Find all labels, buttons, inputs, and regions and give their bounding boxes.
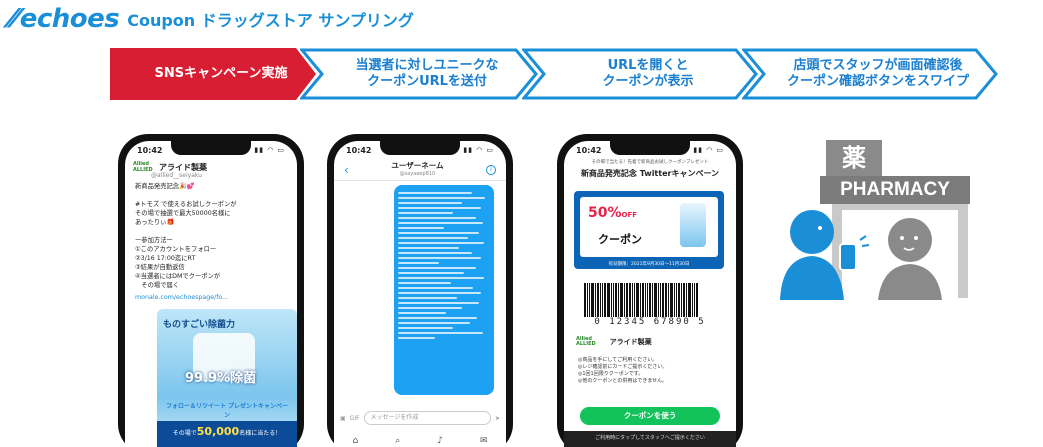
phone-screen: 10:42 ▮▮ ◠ ▭ Allied ALLIED アライド製薬 @allied… <box>125 141 297 447</box>
dm-title: ユーザーネーム @sayaeep810 <box>391 160 444 177</box>
home-icon[interactable]: ⌂ <box>352 436 358 446</box>
tweet-link[interactable]: monale.com/echoespage/fo... <box>125 293 297 305</box>
media-title: ものすごい除菌力 <box>163 320 236 330</box>
phone-screen: 10:42 ▮▮ ◠ ▭ その場で当たる！先着で新商品お試しクーポンプレゼント … <box>564 141 736 447</box>
staff-icon <box>878 218 942 300</box>
use-coupon-button[interactable]: クーポンを使う <box>580 407 720 425</box>
coupon-notes: ◎商品を手にしてご利用ください。 ◎レジ確認前にカードご提示ください。 ◎1回1… <box>578 357 668 384</box>
step-staff-swipe: 店頭でスタッフが画面確認後 クーポン確認ボタンをスワイプ <box>742 48 1000 100</box>
media-percent: 99.9%除菌 <box>185 371 257 386</box>
step-label: URLを開くと クーポンが表示 <box>602 58 694 89</box>
barcode-number: 0 12345 67890 5 <box>594 317 706 327</box>
campaign-subheader: その場で当たる！先着で新商品お試しクーポンプレゼント <box>591 160 709 165</box>
step-send-coupon-url: 当選者に対しユニークな クーポンURLを送付 <box>300 48 540 100</box>
step-label: 当選者に対しユニークな クーポンURLを送付 <box>355 58 499 89</box>
media-banner: その場で50,000名様に当たる！ <box>157 421 297 447</box>
pharmacy-illustration: 薬 PHARMACY <box>774 140 984 300</box>
coupon-card: 50%OFF クーポン 有効期限：2021年9月30日〜11月30日 <box>574 191 724 269</box>
info-icon[interactable]: i <box>486 164 496 175</box>
tab-bar: ⌂ ⌕ ♪ ✉ <box>334 436 506 446</box>
back-arrow-icon[interactable]: ‹ <box>344 163 349 177</box>
echoes-logo: ⁄⁄echoes <box>10 4 120 34</box>
signal-battery-icon: ▮▮ ◠ ▭ <box>254 146 285 154</box>
customer-icon <box>780 210 870 300</box>
tweet-image[interactable]: ものすごい除菌力 99.9%除菌 フォロー＆リツイート プレゼントキャンペーン … <box>157 309 297 447</box>
step-label: 店頭でスタッフが画面確認後 クーポン確認ボタンをスワイプ <box>786 58 969 89</box>
spray-bottle-image <box>680 203 706 247</box>
clock: 10:42 <box>576 145 602 155</box>
image-icon[interactable]: ▣ <box>340 415 346 422</box>
signal-battery-icon: ▮▮ ◠ ▭ <box>693 146 724 154</box>
phone-coupon: 10:42 ▮▮ ◠ ▭ その場で当たる！先着で新商品お試しクーポンプレゼント … <box>557 134 743 447</box>
customer-staff-figures <box>780 210 942 300</box>
clock: 10:42 <box>346 145 372 155</box>
coupon-footer: ご利用時にタップしてスタッフへご提示ください <box>564 431 736 447</box>
search-icon[interactable]: ⌕ <box>395 436 400 446</box>
step-label: SNSキャンペーン実施 <box>154 66 288 81</box>
media-cta: フォロー＆リツイート プレゼントキャンペーン <box>165 403 289 419</box>
allied-logo: Allied ALLIED <box>576 336 596 347</box>
bell-icon[interactable]: ♪ <box>437 436 443 446</box>
dm-header: ‹ ユーザーネーム @sayaeep810 i <box>334 159 506 181</box>
validity-text: 有効期限：2021年9月30日〜11月30日 <box>608 262 690 267</box>
account-handle: @allied__seiyaku <box>151 172 202 179</box>
phone-notch <box>171 141 251 155</box>
dm-message-bubble <box>394 185 494 395</box>
gif-icon[interactable]: GIF <box>350 415 360 422</box>
account-name[interactable]: アライド製薬 <box>159 162 207 173</box>
dm-compose-bar: ▣ GIF メッセージを作成 ➤ <box>340 410 500 426</box>
brand-header: ⁄⁄echoes Coupon ドラッグストア サンプリング <box>10 2 414 36</box>
step-open-url: URLを開くと クーポンが表示 <box>522 48 760 100</box>
phone-notch <box>380 141 460 155</box>
page-title: Coupon ドラッグストア サンプリング <box>127 11 414 30</box>
step-sns-campaign: SNSキャンペーン実施 <box>110 48 318 100</box>
signal-battery-icon: ▮▮ ◠ ▭ <box>463 146 494 154</box>
phone-screen: 10:42 ▮▮ ◠ ▭ ‹ ユーザーネーム @sayaeep810 i ▣ G… <box>334 141 506 447</box>
phone-tweet: 10:42 ▮▮ ◠ ▭ Allied ALLIED アライド製薬 @allied… <box>118 134 304 447</box>
tweet-text: 新商品発売記念🎉💕 #トモズ で使えるお試しクーポンが その場で抽選で最大500… <box>135 183 237 289</box>
mail-icon[interactable]: ✉ <box>480 436 488 446</box>
send-icon[interactable]: ➤ <box>495 415 500 422</box>
barcode-image <box>584 283 716 317</box>
phone-dm: 10:42 ▮▮ ◠ ▭ ‹ ユーザーネーム @sayaeep810 i ▣ G… <box>327 134 513 447</box>
discount-label: 50%OFF <box>588 205 638 221</box>
message-input[interactable]: メッセージを作成 <box>363 411 491 425</box>
phone-notch <box>610 141 690 155</box>
brand-row: Allied ALLIED アライド製薬 <box>576 336 652 347</box>
coupon-label: クーポン <box>598 233 642 246</box>
campaign-title: 新商品発売記念 Twitterキャンペーン <box>580 169 720 178</box>
clock: 10:42 <box>137 145 163 155</box>
